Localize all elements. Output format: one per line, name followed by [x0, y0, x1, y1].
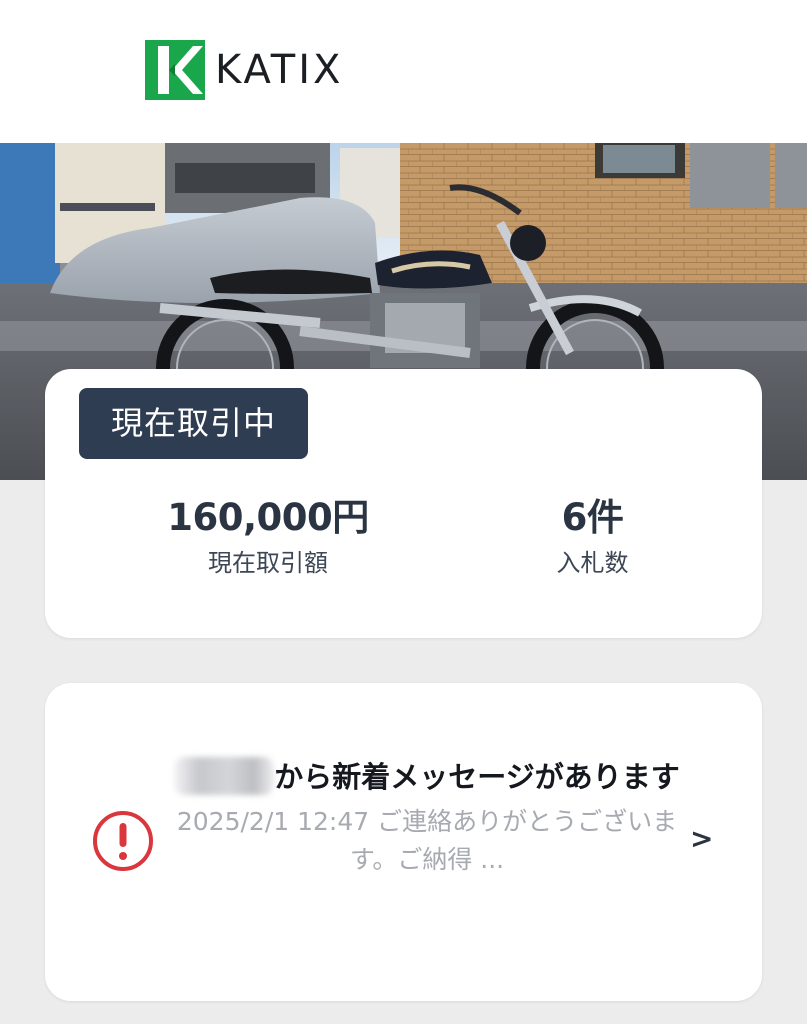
- app-header: KATIX: [0, 0, 807, 143]
- trade-status-card: 現在取引中 160,000円 現在取引額 6件 入札数: [45, 369, 762, 638]
- bid-count-label: 入札数: [556, 549, 629, 577]
- current-amount-label: 現在取引額: [208, 549, 328, 577]
- katix-logo[interactable]: KATIX: [145, 40, 343, 100]
- bid-count-value: 6件: [561, 496, 624, 539]
- status-badge: 現在取引中: [79, 388, 308, 459]
- current-amount-stat: 160,000円 現在取引額: [135, 495, 401, 579]
- bid-count-stat: 6件 入札数: [495, 495, 690, 579]
- new-message-card[interactable]: から新着メッセージがあります 2025/2/1 12:47 ご連絡ありがとうござ…: [45, 683, 762, 1001]
- chevron-right-icon[interactable]: >: [690, 823, 713, 855]
- message-preview: 2025/2/1 12:47 ご連絡ありがとうございます。ご納得 ...: [176, 807, 678, 874]
- message-title: から新着メッセージがあります: [167, 755, 687, 799]
- brand-name: KATIX: [215, 47, 344, 93]
- alert-circle-icon: [93, 811, 153, 871]
- message-title-text: から新着メッセージがあります: [274, 760, 680, 794]
- current-amount-value: 160,000円: [167, 496, 369, 539]
- katix-logo-icon: [145, 40, 205, 100]
- message-content: から新着メッセージがあります 2025/2/1 12:47 ご連絡ありがとうござ…: [167, 755, 687, 879]
- sender-name-redacted: [174, 757, 275, 795]
